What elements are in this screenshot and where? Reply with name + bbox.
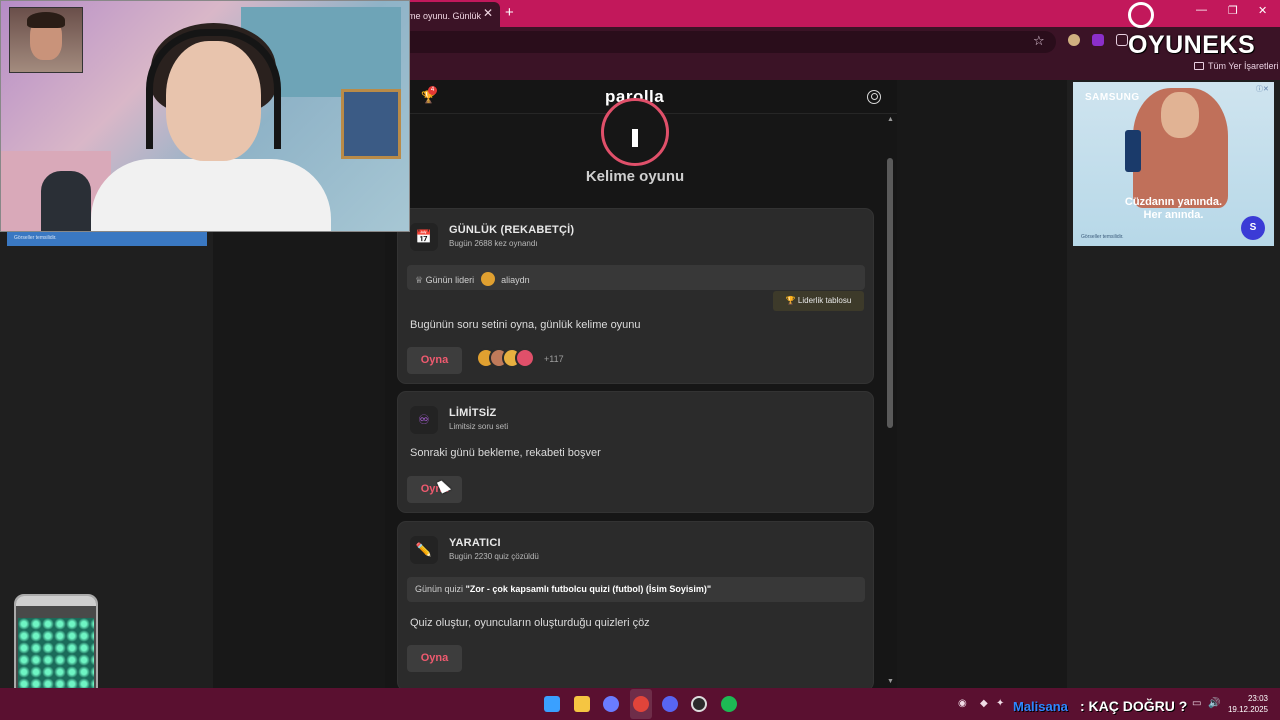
daily-leader-row: ♕ Günün lideri aliaydn	[407, 265, 865, 290]
card-description: Bugünün soru setini oyna, günlük kelime …	[410, 319, 641, 331]
file-explorer-icon[interactable]	[574, 696, 590, 712]
address-bar[interactable]	[400, 31, 1056, 53]
windows-start-icon[interactable]	[544, 696, 560, 712]
ad-disclaimer: Görseller temsilidir.	[14, 235, 57, 241]
tray-app-icon[interactable]: ◆	[980, 698, 988, 709]
right-gutter	[897, 80, 1067, 688]
brand-name: OYUNEKS	[1128, 31, 1256, 59]
chrome-icon[interactable]	[633, 696, 649, 712]
headset	[146, 29, 281, 149]
avatar	[480, 272, 495, 286]
game-logo-icon	[601, 98, 669, 166]
notification-badge: 4	[428, 86, 437, 95]
spotify-icon[interactable]	[721, 696, 737, 712]
card-subtitle: Bugün 2230 quiz çözüldü	[449, 552, 539, 561]
daily-card: 📅 GÜNLÜK (REKABETÇİ) Bugün 2688 kez oyna…	[397, 208, 874, 384]
leader-label: Günün lideri	[425, 275, 475, 285]
scrollbar-thumb[interactable]	[887, 158, 893, 428]
unlimited-play-button[interactable]: Oyna	[407, 476, 462, 503]
discord-icon[interactable]	[662, 696, 678, 712]
tray-app-icon[interactable]: ◉	[958, 698, 967, 709]
unlimited-card: ♾ LİMİTSİZ Limitsiz soru seti Sonraki gü…	[397, 391, 874, 513]
mascot-icon	[1128, 2, 1154, 28]
card-title: GÜNLÜK (REKABETÇİ)	[449, 224, 575, 236]
tab-close-icon[interactable]: ✕	[483, 6, 493, 20]
new-tab-button[interactable]: +	[505, 4, 514, 21]
chat-username: Malisana	[1013, 699, 1068, 714]
players-more-count: +117	[544, 354, 564, 364]
sleeve	[41, 171, 91, 231]
samsung-pay-icon: S	[1241, 216, 1265, 240]
scroll-up-icon[interactable]: ▲	[887, 116, 894, 123]
creator-card: ✏️ YARATICI Bugün 2230 quiz çözüldü Günü…	[397, 521, 874, 688]
streamer-webcam	[0, 0, 410, 232]
user-icon[interactable]	[867, 90, 881, 104]
tray-app-icon[interactable]: ✦	[996, 698, 1004, 709]
daily-quiz-row[interactable]: Günün quizi "Zor - çok kapsamlı futbolcu…	[407, 577, 865, 602]
quiz-name[interactable]: "Zor - çok kapsamlı futbolcu quizi (futb…	[466, 584, 712, 594]
left-ad-banner[interactable]: Görseller temsilidir.	[7, 232, 207, 246]
daily-play-button[interactable]: Oyna	[407, 347, 462, 374]
jar-lid	[16, 596, 96, 606]
pencil-icon: ✏️	[410, 536, 438, 564]
folder-icon	[1194, 62, 1204, 70]
clock-date: 19.12.2025	[1227, 705, 1268, 714]
card-title: LİMİTSİZ	[449, 407, 497, 419]
clock-time: 23:03	[1247, 694, 1268, 703]
card-subtitle: Bugün 2688 kez oynandı	[449, 239, 538, 248]
extensions-puzzle-icon[interactable]	[1116, 34, 1128, 46]
right-ad-banner[interactable]: SAMSUNG ⓘ✕ Cüzdanın yanında. Her anında.…	[1073, 82, 1274, 246]
parolla-app: 🏆 4 parolla ▲ ▼ Kelime oyunu 📅 GÜNLÜK (R…	[385, 80, 897, 688]
leaderboard-button[interactable]: 🏆 Liderlik tablosu	[773, 291, 864, 311]
ad-brand: SAMSUNG	[1085, 92, 1140, 103]
card-subtitle: Limitsiz soru seti	[449, 422, 509, 431]
shirt	[91, 159, 331, 231]
creator-play-button[interactable]: Oyna	[407, 645, 462, 672]
extension-icon[interactable]	[1068, 34, 1080, 46]
oyuneks-logo: OYUNEKS	[1128, 2, 1280, 59]
section-title: Kelime oyunu	[585, 168, 685, 185]
infinity-icon: ♾	[410, 406, 438, 434]
second-webcam	[9, 7, 83, 73]
bookmark-star-icon[interactable]: ☆	[1033, 33, 1045, 49]
volume-icon[interactable]: 🔊	[1208, 698, 1220, 709]
scroll-down-icon[interactable]: ▼	[887, 678, 894, 685]
taskbar-clock[interactable]: 23:03 19.12.2025	[1226, 693, 1268, 715]
ad-info-icon[interactable]: ⓘ✕	[1256, 84, 1269, 94]
bookmark-folder-all[interactable]: Tüm Yer İşaretleri	[1194, 61, 1279, 71]
scrollbar[interactable]: ▲ ▼	[887, 116, 894, 686]
wall-painting	[341, 89, 401, 159]
ad-disclaimer: Görseller temsilidir.	[1081, 234, 1124, 240]
card-description: Sonraki günü bekleme, rekabeti boşver	[410, 447, 601, 459]
chat-message: : KAÇ DOĞRU ?	[1080, 698, 1188, 714]
medal-icon: ♕	[415, 275, 426, 285]
card-title: YARATICI	[449, 537, 501, 549]
player-avatars	[476, 348, 546, 370]
ad-person-head	[1161, 92, 1199, 138]
quiz-label: Günün quizi	[415, 584, 464, 594]
app-icon[interactable]	[603, 696, 619, 712]
ad-phone-image	[1125, 130, 1141, 172]
card-description: Quiz oluştur, oyuncuların oluşturduğu qu…	[410, 617, 650, 629]
hair	[27, 12, 65, 28]
calendar-icon: 📅	[410, 223, 438, 251]
extension-icon[interactable]	[1092, 34, 1104, 46]
leader-name[interactable]: aliaydn	[501, 275, 530, 285]
obs-icon[interactable]	[691, 696, 707, 712]
bookmark-folder-label: Tüm Yer İşaretleri	[1208, 61, 1279, 71]
ad-tagline-1: Cüzdanın yanında.	[1124, 196, 1223, 208]
avatar	[515, 348, 535, 368]
display-icon[interactable]: ▭	[1192, 698, 1201, 709]
